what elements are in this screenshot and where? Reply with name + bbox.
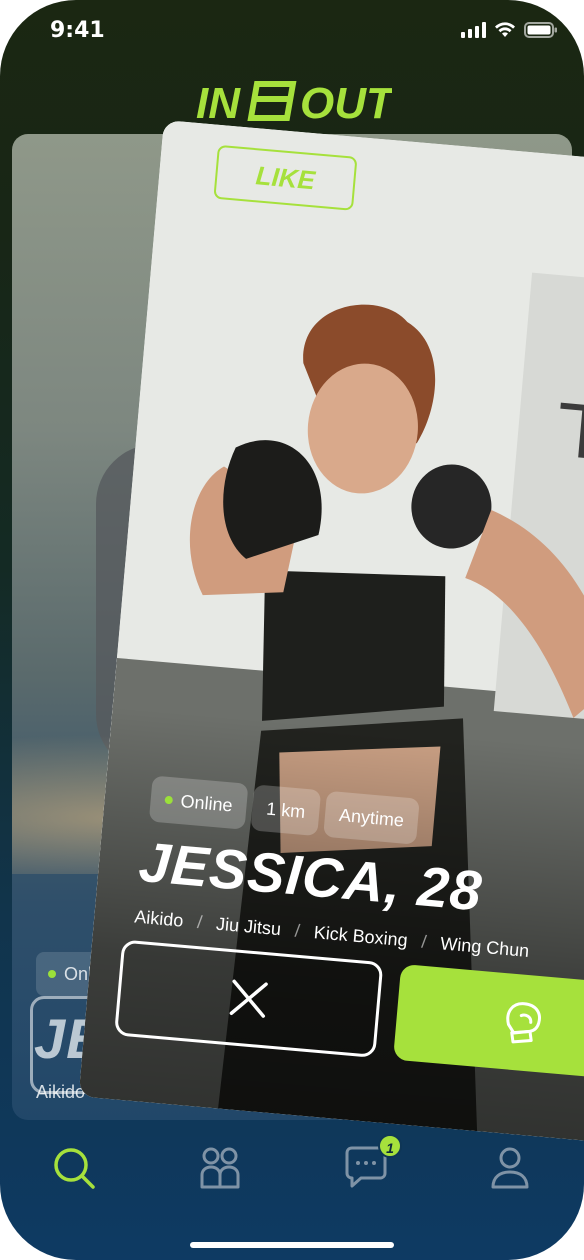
cellular-signal-icon: [461, 22, 486, 38]
discipline-tag: Aikido: [133, 906, 185, 931]
profile-icon: [491, 1147, 529, 1189]
availability-chip: Anytime: [323, 790, 420, 845]
phone-screen: 9:41 IN OUT Online JES Aikido: [0, 0, 584, 1260]
logo-in: IN: [196, 79, 241, 126]
app-logo: IN OUT: [196, 79, 392, 126]
nav-matches[interactable]: [196, 1144, 244, 1192]
unread-badge: 1: [378, 1134, 402, 1158]
status-time: 9:41: [50, 18, 105, 43]
profile-card[interactable]: LIKE Online 1 km Anytime JESSICA, 28 Aik…: [78, 120, 584, 1146]
boxing-glove-icon: [506, 1002, 541, 1044]
status-icons: [461, 22, 558, 38]
online-chip: Online: [148, 775, 249, 830]
distance-chip: 1 km: [250, 784, 322, 837]
home-indicator[interactable]: [190, 1242, 394, 1248]
close-icon: [229, 979, 268, 1018]
nav-messages[interactable]: 1: [342, 1134, 402, 1192]
nav-profile[interactable]: [486, 1144, 534, 1192]
tag-separator: /: [420, 931, 428, 952]
tag-separator: /: [196, 911, 204, 933]
bottom-nav: 1: [0, 1132, 584, 1212]
wifi-icon: [495, 22, 515, 37]
nav-discover[interactable]: [50, 1144, 98, 1192]
logo-out: OUT: [300, 79, 392, 126]
logo-door-icon: [247, 81, 297, 121]
people-icon: [200, 1147, 240, 1189]
search-icon: [54, 1148, 95, 1189]
battery-icon: [524, 22, 557, 38]
tag-separator: /: [294, 920, 301, 941]
